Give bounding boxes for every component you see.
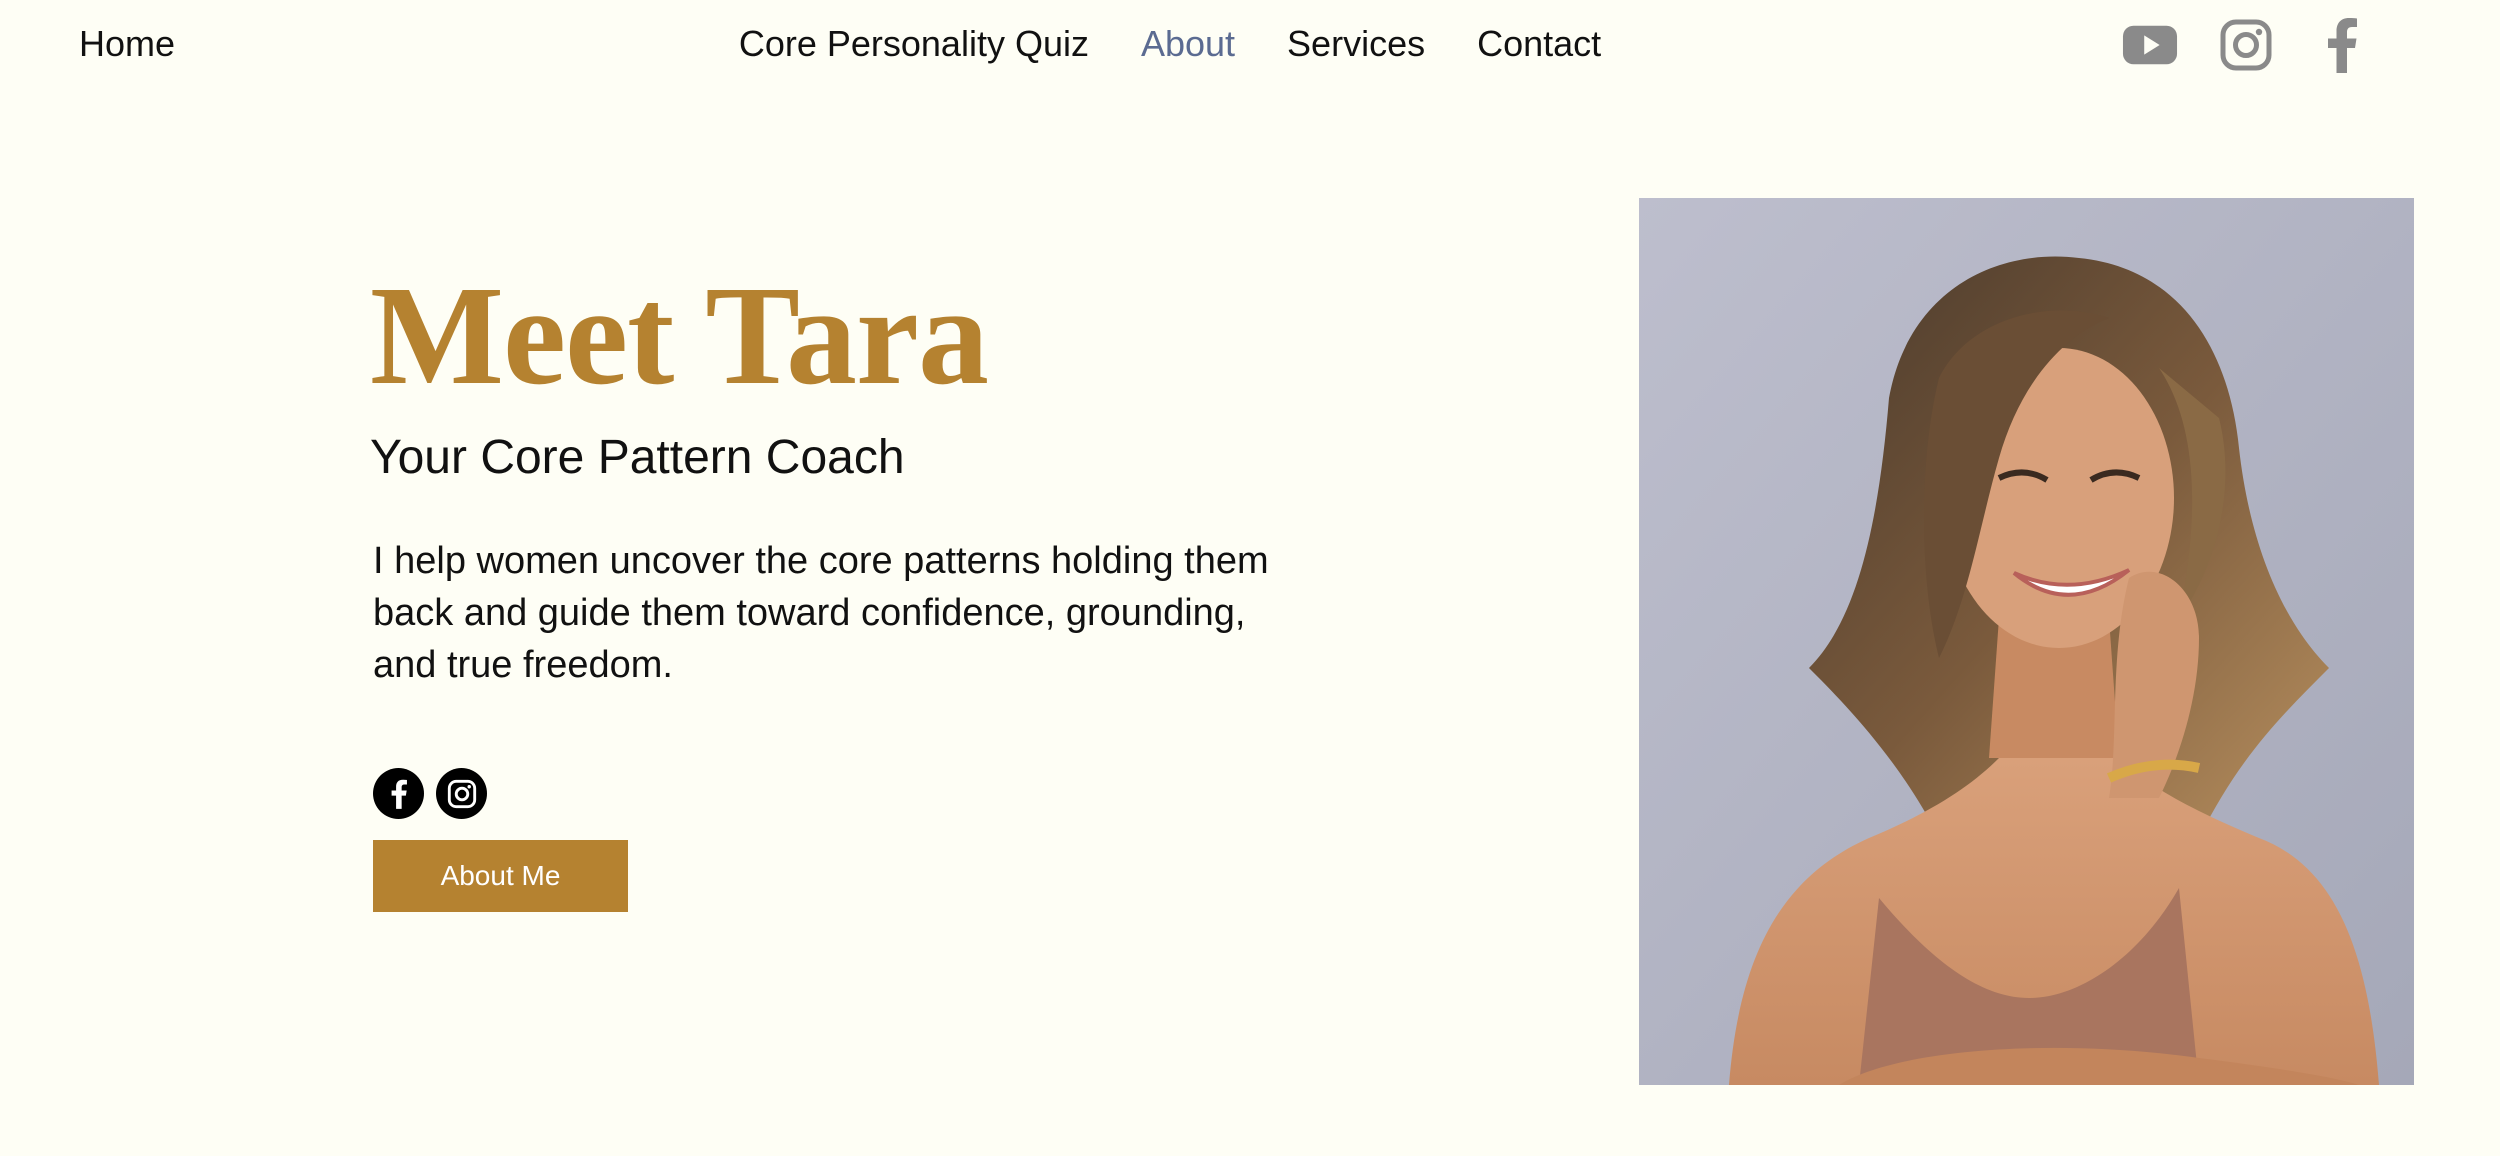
portrait-photo bbox=[1639, 198, 2414, 1085]
hero-description: I help women uncover the core patterns h… bbox=[373, 540, 1269, 686]
instagram-icon[interactable] bbox=[2218, 17, 2274, 73]
nav-contact[interactable]: Contact bbox=[1477, 22, 1601, 66]
header-social-bar bbox=[2122, 17, 2370, 73]
youtube-icon[interactable] bbox=[2122, 17, 2178, 73]
page-subtitle: Your Core Pattern Coach bbox=[370, 431, 905, 484]
hero-social-links bbox=[373, 768, 487, 819]
facebook-icon[interactable] bbox=[373, 768, 424, 819]
nav-home-link[interactable]: Home bbox=[79, 22, 175, 66]
nav-services[interactable]: Services bbox=[1287, 22, 1425, 66]
about-me-button[interactable]: About Me bbox=[373, 840, 628, 912]
facebook-icon[interactable] bbox=[2314, 17, 2370, 73]
page-title: Meet Tara bbox=[370, 256, 989, 414]
site-header: Home Core Personality Quiz About Service… bbox=[0, 0, 2500, 90]
nav-core-personality-quiz[interactable]: Core Personality Quiz bbox=[739, 22, 1089, 66]
instagram-icon[interactable] bbox=[436, 768, 487, 819]
nav-about[interactable]: About bbox=[1141, 22, 1235, 66]
